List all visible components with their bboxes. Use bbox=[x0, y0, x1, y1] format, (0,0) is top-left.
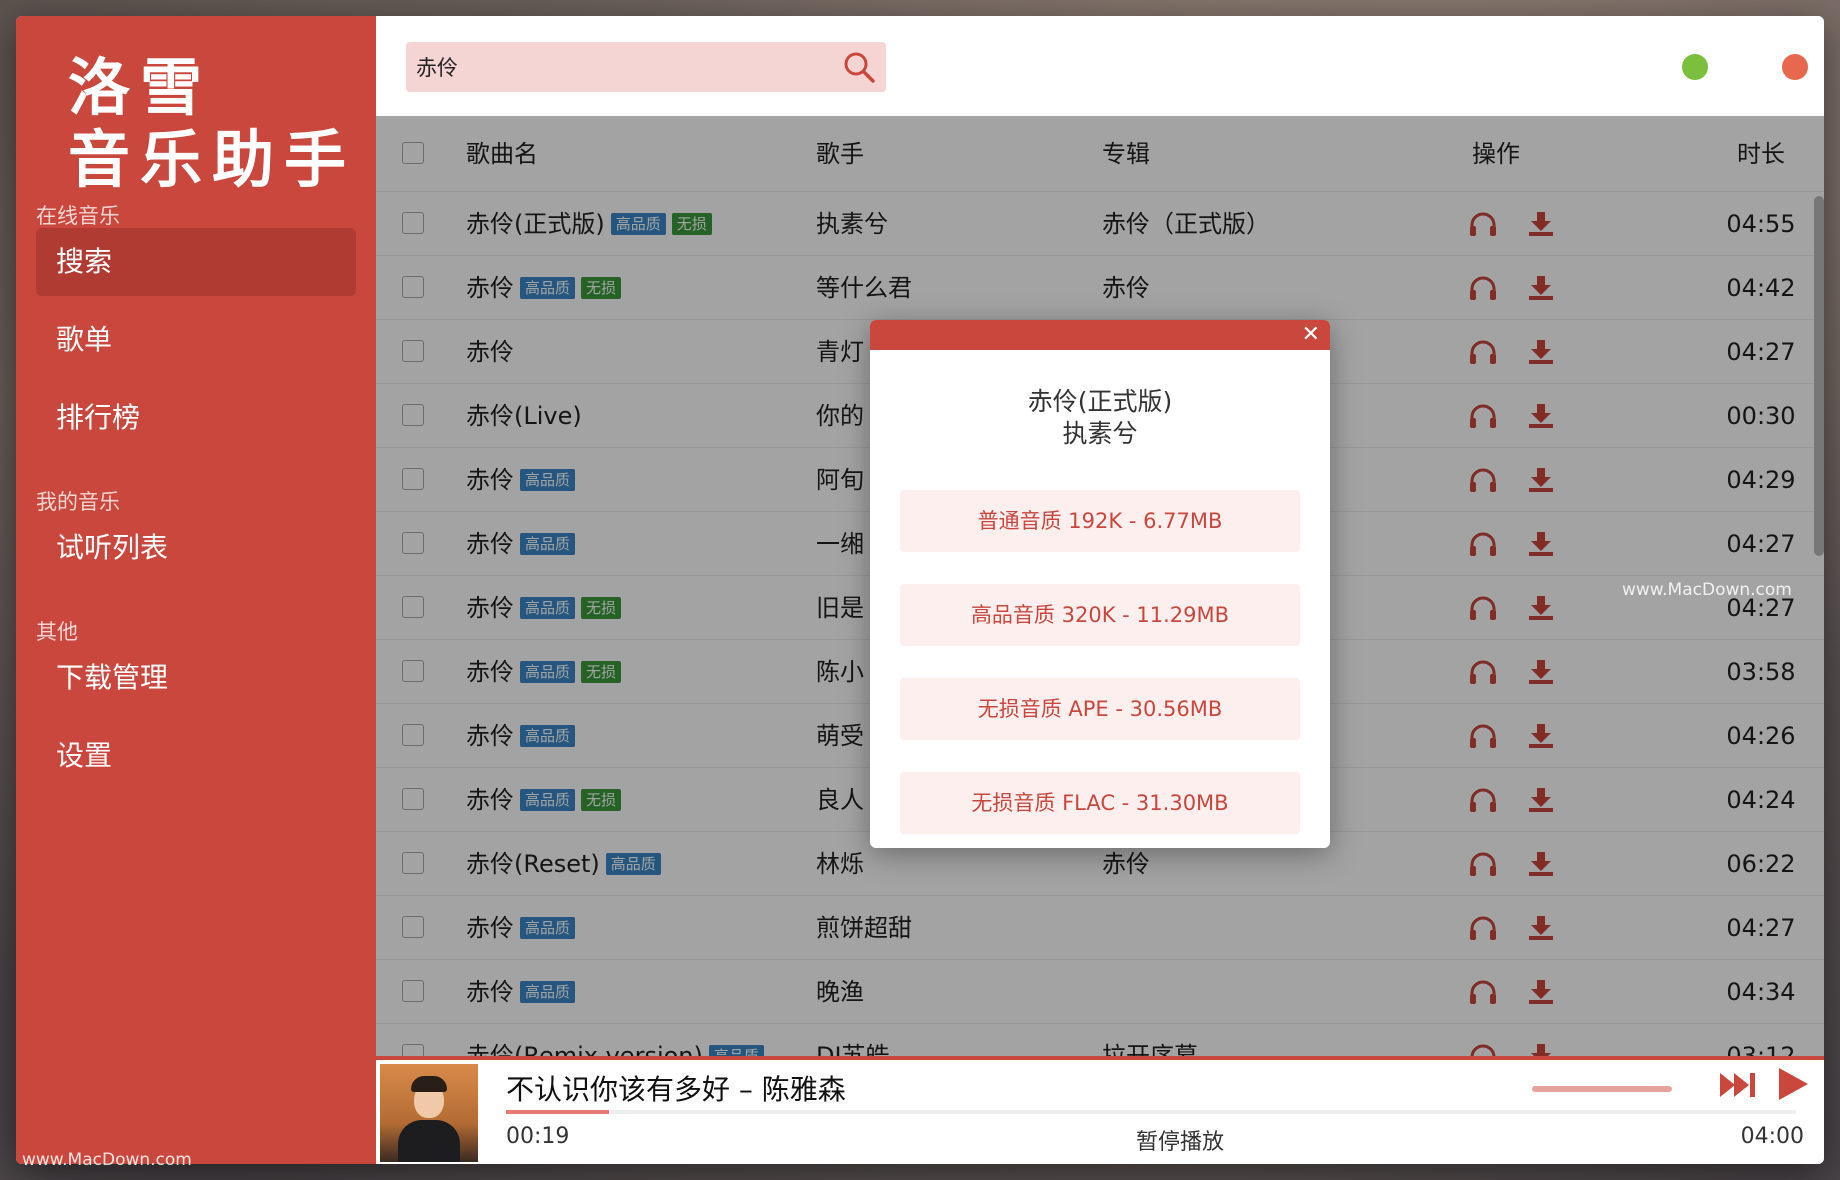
album-cover[interactable] bbox=[380, 1064, 478, 1162]
playback-status: 暂停播放 bbox=[1136, 1130, 1225, 1155]
search-box bbox=[406, 42, 886, 92]
app-window: 洛雪 音乐助手 在线音乐 搜索 歌单 排行榜 我的音乐 试听列表 其他 下载管理… bbox=[16, 16, 1824, 1164]
progress-fill bbox=[506, 1110, 610, 1114]
minimize-button[interactable] bbox=[1682, 54, 1708, 80]
total-time: 04:00 bbox=[1740, 1124, 1804, 1149]
sidebar: 洛雪 音乐助手 在线音乐 搜索 歌单 排行榜 我的音乐 试听列表 其他 下载管理… bbox=[16, 16, 376, 1164]
quality-option-320k[interactable]: 高品音质 320K - 11.29MB bbox=[900, 584, 1300, 646]
quality-option-ape[interactable]: 无损音质 APE - 30.56MB bbox=[900, 678, 1300, 740]
section-title-online: 在线音乐 bbox=[36, 204, 120, 228]
logo-line-1: 洛雪 bbox=[68, 51, 213, 124]
sidebar-item-playlists[interactable]: 歌单 bbox=[36, 306, 356, 374]
search-input[interactable] bbox=[406, 42, 826, 92]
dialog-artist: 执素兮 bbox=[1062, 419, 1138, 448]
top-bar bbox=[376, 16, 1824, 116]
app-logo: 洛雪 音乐助手 bbox=[68, 52, 356, 196]
sidebar-item-settings[interactable]: 设置 bbox=[36, 722, 356, 790]
dialog-song-title: 赤伶(正式版) bbox=[1027, 387, 1173, 416]
close-window-button[interactable] bbox=[1782, 54, 1808, 80]
close-icon[interactable]: ✕ bbox=[1302, 323, 1320, 347]
quality-option-192k[interactable]: 普通音质 192K - 6.77MB bbox=[900, 490, 1300, 552]
sidebar-item-search[interactable]: 搜索 bbox=[36, 228, 356, 296]
elapsed-time: 00:19 bbox=[506, 1124, 570, 1149]
sidebar-item-downloads[interactable]: 下载管理 bbox=[36, 644, 356, 712]
progress-bar[interactable] bbox=[506, 1110, 1796, 1114]
next-track-icon[interactable] bbox=[1718, 1070, 1758, 1100]
volume-slider[interactable] bbox=[1532, 1086, 1672, 1092]
watermark-text: www.MacDown.com bbox=[22, 1150, 192, 1170]
section-title-other: 其他 bbox=[36, 620, 78, 644]
dialog-header: ✕ bbox=[870, 320, 1330, 350]
sidebar-item-charts[interactable]: 排行榜 bbox=[36, 384, 356, 452]
quality-option-flac[interactable]: 无损音质 FLAC - 31.30MB bbox=[900, 772, 1300, 834]
watermark-text: www.MacDown.com bbox=[1622, 580, 1792, 600]
play-icon[interactable] bbox=[1776, 1066, 1810, 1102]
search-icon[interactable] bbox=[842, 50, 876, 84]
player-bar: 不认识你该有多好 – 陈雅森 00:19 暂停播放 04:00 bbox=[376, 1056, 1824, 1164]
now-playing-title: 不认识你该有多好 – 陈雅森 bbox=[506, 1073, 846, 1106]
section-title-my-music: 我的音乐 bbox=[36, 490, 120, 514]
sidebar-item-listen-list[interactable]: 试听列表 bbox=[36, 514, 356, 582]
logo-line-2: 音乐助手 bbox=[68, 123, 357, 196]
quality-dialog: ✕ 赤伶(正式版) 执素兮 普通音质 192K - 6.77MB 高品音质 32… bbox=[870, 320, 1330, 848]
